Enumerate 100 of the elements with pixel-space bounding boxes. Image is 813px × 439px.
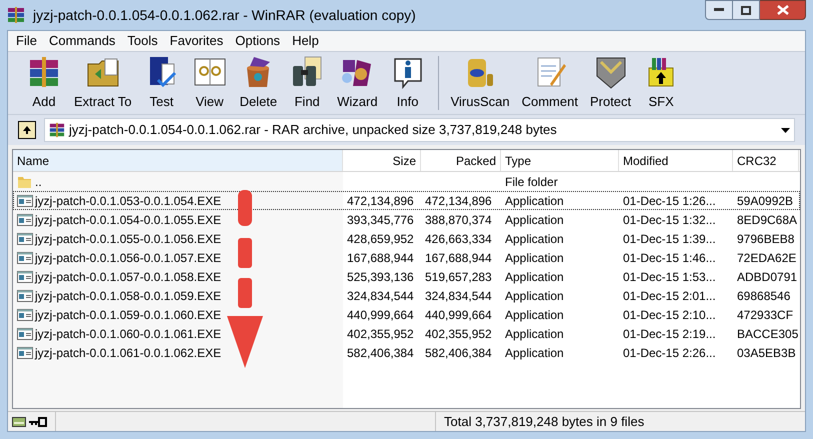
table-cell-text: jyzj-patch-0.0.1.056-0.0.1.057.EXE <box>35 250 222 266</box>
table-cell-text: 01-Dec-15 2:01... <box>623 288 716 304</box>
column-header[interactable]: Size <box>343 150 421 171</box>
application-icon <box>17 346 33 360</box>
table-cell-text: 324,834,544 <box>347 288 414 304</box>
table-cell-text: 472,134,896 <box>347 192 414 210</box>
column-header[interactable]: Packed <box>421 150 501 171</box>
close-button[interactable] <box>760 0 806 20</box>
file-row[interactable]: jyzj-patch-0.0.1.054-0.0.1.055.EXE 393,345,776 388,870,374 Application 01-Dec-15 1:32... 8ED9C68A <box>13 210 800 229</box>
table-cell-text: 167,688,944 <box>425 250 492 266</box>
toolbar-button[interactable]: Add <box>20 53 68 113</box>
menu-item[interactable]: Options <box>229 31 286 51</box>
file-row[interactable]: jyzj-patch-0.0.1.061-0.0.1.062.EXE 582,406,384 582,406,384 Application 01-Dec-15 2:26... 03A5EB3B <box>13 343 800 362</box>
toolbar-button[interactable]: Wizard <box>331 53 384 113</box>
archive-icon <box>7 6 25 24</box>
file-row[interactable]: jyzj-patch-0.0.1.057-0.0.1.058.EXE 525,393,136 519,657,283 Application 01-Dec-15 1:53... ADBD0791 <box>13 267 800 286</box>
table-cell-text: 402,355,952 <box>347 326 414 342</box>
toolbar-button[interactable]: SFX <box>637 53 686 113</box>
table-cell-text: 01-Dec-15 1:32... <box>623 212 716 228</box>
table-cell-text: 525,393,136 <box>347 268 414 286</box>
up-arrow-icon <box>22 125 32 135</box>
address-field[interactable]: jyzj-patch-0.0.1.054-0.0.1.062.rar - RAR archive, unpacked size 3,737,819,248 bytes <box>44 118 795 142</box>
toolbar-button[interactable]: Info <box>384 53 432 113</box>
table-cell-text: Application <box>505 288 564 304</box>
key-icon <box>29 416 47 426</box>
menu-item[interactable]: Favorites <box>164 31 230 51</box>
table-cell-text: Application <box>505 192 564 210</box>
toolbar-button[interactable]: Find <box>283 53 332 113</box>
application-icon <box>17 232 33 246</box>
file-row[interactable]: jyzj-patch-0.0.1.053-0.0.1.054.EXE 472,134,896 472,134,896 Application 01-Dec-15 1:26... 59A0992B <box>13 191 800 210</box>
toolbar-button[interactable]: Extract To <box>68 53 138 113</box>
table-cell-text: 393,345,776 <box>347 212 414 228</box>
minimize-button[interactable] <box>705 0 733 20</box>
toolbar-button[interactable]: Protect <box>584 53 638 113</box>
menu-item[interactable]: Tools <box>121 31 164 51</box>
table-cell-text: 472,134,896 <box>425 192 492 210</box>
table-cell-text: 440,999,664 <box>425 306 492 324</box>
toolbar-button[interactable]: Comment <box>516 53 584 113</box>
table-cell-text: jyzj-patch-0.0.1.060-0.0.1.061.EXE <box>35 326 222 342</box>
application-icon <box>17 288 33 302</box>
file-row[interactable]: .. File folder <box>13 172 800 191</box>
table-cell-text: jyzj-patch-0.0.1.061-0.0.1.062.EXE <box>35 344 222 362</box>
application-icon <box>17 194 33 208</box>
table-cell-text: Application <box>505 344 564 362</box>
table-cell-text: Application <box>505 230 564 248</box>
window-title: jyzj-patch-0.0.1.054-0.0.1.062.rar - WinRAR (evaluation copy) <box>33 6 416 25</box>
table-cell-text: 324,834,544 <box>425 288 492 304</box>
toolbar-button[interactable]: Test <box>138 53 186 113</box>
table-cell-text: 8ED9C68A <box>737 212 798 228</box>
table-cell-text: BACCE305 <box>737 326 798 342</box>
dropdown-arrow-icon[interactable] <box>781 128 790 132</box>
minimize-icon <box>714 8 724 12</box>
table-cell-text: 01-Dec-15 1:46... <box>623 250 716 266</box>
column-header[interactable]: Modified <box>619 150 733 171</box>
table-cell-text: 167,688,944 <box>347 250 414 266</box>
table-cell-text: 9796BEB8 <box>737 230 794 248</box>
table-cell-text: 440,999,664 <box>347 306 414 324</box>
table-cell-text: File folder <box>505 174 558 190</box>
table-cell-text: Application <box>505 268 564 286</box>
table-cell-text: 519,657,283 <box>425 268 492 286</box>
table-cell-text: 402,355,952 <box>425 326 492 342</box>
table-cell-text: Application <box>505 306 564 324</box>
table-cell-text: Application <box>505 250 564 266</box>
file-row[interactable]: jyzj-patch-0.0.1.055-0.0.1.056.EXE 428,659,952 426,663,334 Application 01-Dec-15 1:39... 9796BEB8 <box>13 229 800 248</box>
table-cell-text: Application <box>505 326 564 342</box>
column-header[interactable]: Type <box>501 150 619 171</box>
application-icon <box>17 308 33 322</box>
toolbar-button[interactable]: VirusScan <box>444 53 516 113</box>
column-header[interactable]: Name <box>13 150 343 171</box>
table-cell-text: 472933CF <box>737 306 794 324</box>
file-row[interactable]: jyzj-patch-0.0.1.056-0.0.1.057.EXE 167,688,944 167,688,944 Application 01-Dec-15 1:46... 72EDA62E <box>13 248 800 267</box>
table-cell-text: 01-Dec-15 1:39... <box>623 230 716 248</box>
toolbar-button[interactable]: View <box>186 53 234 113</box>
table-cell-text: 01-Dec-15 2:26... <box>623 344 716 362</box>
maximize-button[interactable] <box>733 0 760 20</box>
toolbar-button[interactable]: Delete <box>234 53 284 113</box>
file-row[interactable]: jyzj-patch-0.0.1.058-0.0.1.059.EXE 324,834,544 324,834,544 Application 01-Dec-15 2:01... 69868546 <box>13 286 800 305</box>
table-cell-text: Application <box>505 212 564 228</box>
column-header[interactable]: CRC32 <box>733 150 799 171</box>
file-row[interactable]: jyzj-patch-0.0.1.059-0.0.1.060.EXE 440,999,664 440,999,664 Application 01-Dec-15 2:10... 472933CF <box>13 305 800 324</box>
archive-icon <box>49 122 65 138</box>
table-cell-text: jyzj-patch-0.0.1.059-0.0.1.060.EXE <box>35 306 222 324</box>
menu-item[interactable]: Help <box>286 31 325 51</box>
table-cell-text: 582,406,384 <box>347 344 414 362</box>
table-cell-text: 72EDA62E <box>737 250 796 266</box>
up-folder-button[interactable] <box>18 121 36 139</box>
table-cell-text: 01-Dec-15 1:53... <box>623 268 716 286</box>
file-row[interactable]: jyzj-patch-0.0.1.060-0.0.1.061.EXE 402,355,952 402,355,952 Application 01-Dec-15 2:19... BACCE305 <box>13 324 800 343</box>
table-cell-text: 388,870,374 <box>425 212 492 228</box>
table-cell-text: 01-Dec-15 2:19... <box>623 326 716 342</box>
close-icon <box>776 5 788 15</box>
table-cell-text: jyzj-patch-0.0.1.055-0.0.1.056.EXE <box>35 230 222 248</box>
table-cell-text: jyzj-patch-0.0.1.054-0.0.1.055.EXE <box>35 212 222 228</box>
menu-item[interactable]: File <box>10 31 43 51</box>
table-cell-text: 01-Dec-15 1:26... <box>623 192 716 210</box>
application-icon <box>17 212 33 226</box>
status-text: Total 3,737,819,248 bytes in 9 files <box>443 412 646 431</box>
menu-item[interactable]: Commands <box>42 31 122 51</box>
table-cell-text: 582,406,384 <box>425 344 492 362</box>
table-cell-text: 426,663,334 <box>425 230 492 248</box>
